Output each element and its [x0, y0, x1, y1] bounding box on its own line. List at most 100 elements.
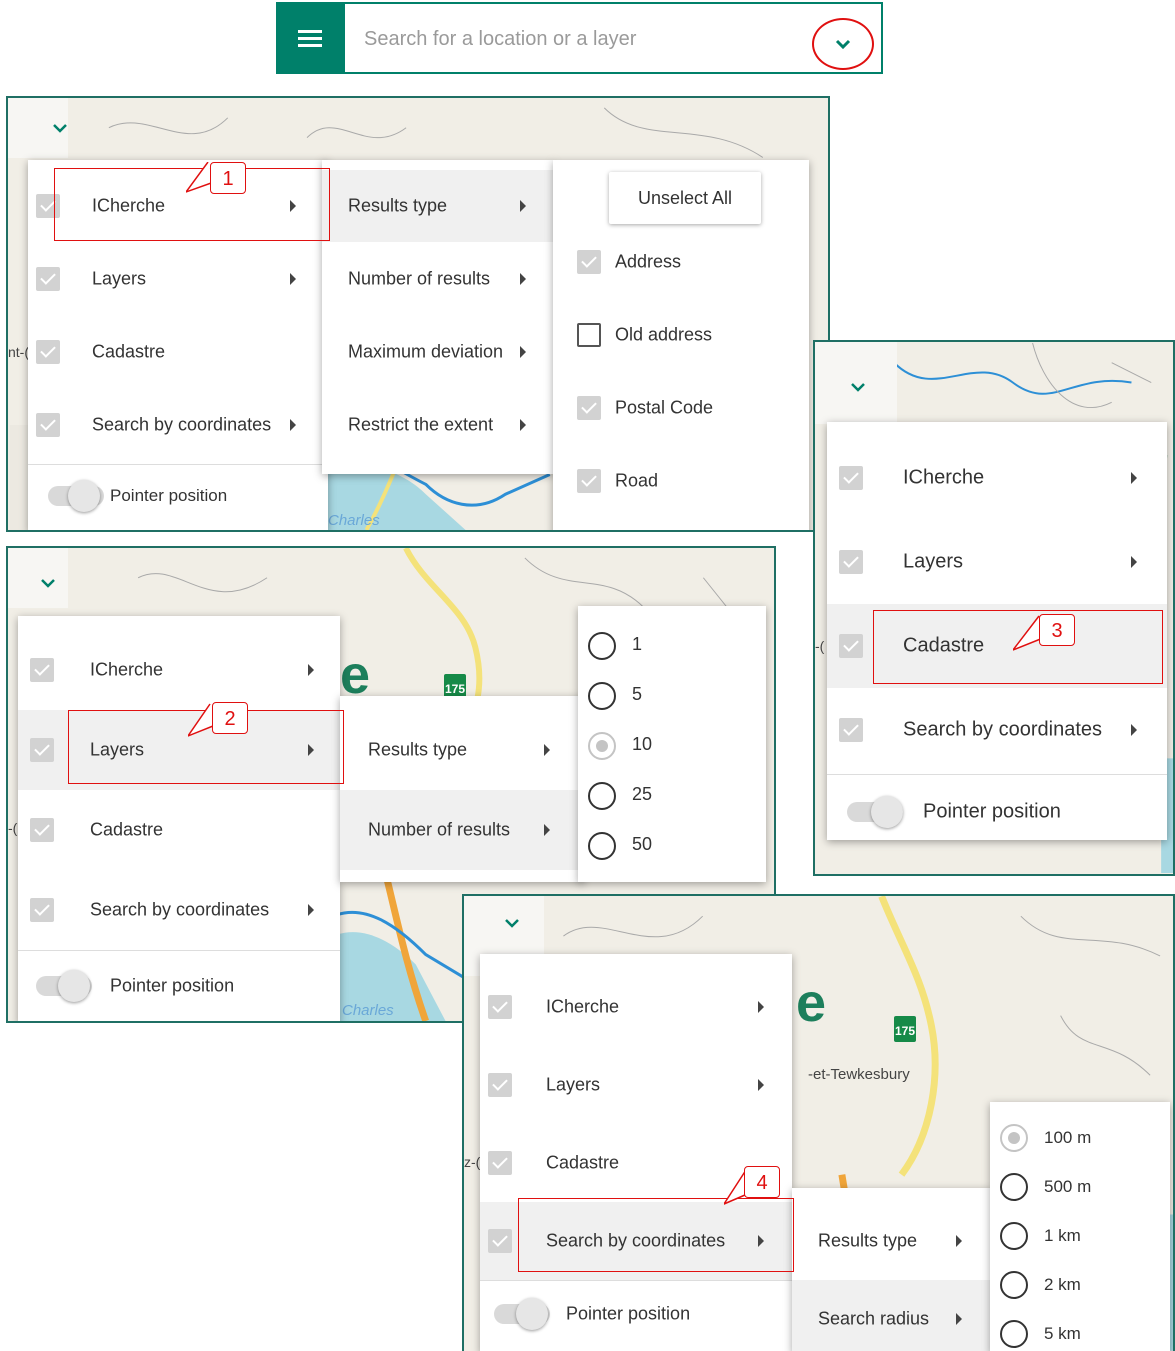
option-address[interactable]: Address: [553, 226, 809, 298]
menu-button[interactable]: [278, 4, 345, 72]
submenu-item-label: Restrict the extent: [348, 414, 494, 435]
radio-button[interactable]: [588, 632, 616, 660]
chevron-down-icon: [835, 39, 851, 50]
radio-button[interactable]: [1000, 1173, 1028, 1201]
radio-button[interactable]: [1000, 1222, 1028, 1250]
annotation-number: 3: [1039, 614, 1075, 646]
checkbox[interactable]: [36, 267, 60, 291]
menu-item-search-by-coordinates[interactable]: Search by coordinates: [28, 389, 328, 461]
checkbox[interactable]: [36, 340, 60, 364]
menu-item-label: Layers: [546, 1074, 601, 1095]
annotation-number: 1: [210, 162, 246, 194]
checkbox[interactable]: [488, 1151, 512, 1175]
radio-button-selected[interactable]: [588, 732, 616, 760]
toggle-knob[interactable]: [871, 796, 903, 828]
map-place-label: -(: [815, 638, 825, 654]
option-label: 1: [632, 634, 643, 654]
submenu-item-results-type[interactable]: Results type: [322, 170, 554, 242]
menu-item-cadastre[interactable]: Cadastre: [18, 790, 340, 870]
radio-button[interactable]: [1000, 1271, 1028, 1299]
highway-shield: 175: [894, 1016, 916, 1042]
option-old-address[interactable]: Old address: [553, 299, 809, 371]
arrow-right-icon: [290, 419, 296, 431]
menu-item-layers[interactable]: Layers: [827, 520, 1167, 604]
pointer-position-toggle[interactable]: Pointer position: [18, 950, 340, 1021]
chevron-down-icon: [851, 383, 865, 392]
radio-button[interactable]: [588, 682, 616, 710]
chevron-down-icon: [53, 124, 67, 133]
checkbox[interactable]: [839, 634, 863, 658]
radio-button[interactable]: [1000, 1320, 1028, 1348]
option-label: Address: [615, 251, 682, 272]
checkbox[interactable]: [577, 250, 601, 274]
checkbox[interactable]: [577, 396, 601, 420]
option-road[interactable]: Road: [553, 445, 809, 517]
collapse-button[interactable]: [8, 548, 68, 608]
toggle-knob[interactable]: [516, 1298, 548, 1330]
menu-item-icherche[interactable]: ICherche: [827, 436, 1167, 520]
radio-button[interactable]: [588, 782, 616, 810]
menu-item-layers[interactable]: Layers: [480, 1046, 792, 1124]
submenu-item-number-of-results[interactable]: Number of results: [322, 243, 554, 315]
submenu-item-search-radius[interactable]: Search radius: [792, 1280, 992, 1351]
checkbox[interactable]: [839, 466, 863, 490]
menu-item-icherche[interactable]: ICherche: [18, 630, 340, 710]
search-input[interactable]: [364, 26, 784, 52]
radio-button-selected[interactable]: [1000, 1124, 1028, 1152]
arrow-right-icon: [544, 824, 550, 836]
checkbox[interactable]: [577, 323, 601, 347]
checkbox[interactable]: [839, 550, 863, 574]
submenu-item-label: Results type: [368, 739, 468, 760]
submenu-item-maximum-deviation[interactable]: Maximum deviation: [322, 316, 554, 388]
submenu-item-label: Search radius: [818, 1308, 930, 1329]
pointer-position-toggle[interactable]: Pointer position: [827, 774, 1167, 850]
submenu-item-results-type[interactable]: Results type: [340, 710, 584, 790]
checkbox[interactable]: [30, 898, 54, 922]
arrow-right-icon: [1131, 724, 1137, 736]
menu-item-cadastre[interactable]: Cadastre: [28, 316, 328, 388]
submenu-item-restrict-the-extent[interactable]: Restrict the extent: [322, 389, 554, 461]
checkbox[interactable]: [488, 1073, 512, 1097]
toggle-knob[interactable]: [58, 970, 90, 1002]
pointer-position-toggle[interactable]: Pointer position: [28, 460, 328, 530]
toggle-knob[interactable]: [68, 480, 100, 512]
pointer-position-label: Pointer position: [566, 1303, 691, 1324]
checkbox[interactable]: [577, 469, 601, 493]
collapse-button[interactable]: [8, 98, 68, 158]
collapse-button[interactable]: [815, 342, 897, 424]
submenu: Results type Search radius: [792, 1188, 992, 1351]
checkbox[interactable]: [30, 658, 54, 682]
map-place-label: z-(: [464, 1154, 481, 1170]
pointer-position-toggle[interactable]: Pointer position: [480, 1278, 792, 1350]
arrow-right-icon: [1131, 472, 1137, 484]
checkbox[interactable]: [30, 818, 54, 842]
menu-item-label: ICherche: [903, 466, 985, 489]
option-label: 2 km: [1044, 1275, 1081, 1294]
menu-item-icherche[interactable]: ICherche: [480, 968, 792, 1046]
checkbox[interactable]: [36, 413, 60, 437]
search-options-toggle[interactable]: [812, 18, 874, 70]
submenu-item-label: Number of results: [348, 268, 491, 289]
submenu-item-number-of-results[interactable]: Number of results: [340, 790, 584, 870]
menu-item-label: Cadastre: [90, 819, 164, 840]
menu-item-label: Cadastre: [546, 1152, 620, 1173]
panel-step-1: Charles nt-( ICherche Layers Cadastre Se…: [6, 96, 830, 532]
arrow-right-icon: [758, 1079, 764, 1091]
checkbox[interactable]: [30, 738, 54, 762]
checkbox[interactable]: [839, 718, 863, 742]
submenu-item-results-type[interactable]: Results type: [792, 1202, 992, 1280]
menu-item-layers[interactable]: Layers: [28, 243, 328, 315]
menu-item-label: Search by coordinates: [92, 414, 272, 435]
arrow-right-icon: [956, 1235, 962, 1247]
unselect-all-button[interactable]: Unselect All: [609, 172, 761, 224]
option-label: 5: [632, 684, 643, 704]
pointer-position-label: Pointer position: [110, 486, 228, 505]
menu-item-search-by-coordinates[interactable]: Search by coordinates: [827, 688, 1167, 772]
menu-item-label: ICherche: [90, 659, 164, 680]
radio-button[interactable]: [588, 832, 616, 860]
option-postal-code[interactable]: Postal Code: [553, 372, 809, 444]
map-place-label: -(: [8, 820, 18, 836]
menu-item-search-by-coordinates[interactable]: Search by coordinates: [18, 870, 340, 950]
checkbox[interactable]: [488, 995, 512, 1019]
checkbox[interactable]: [488, 1229, 512, 1253]
